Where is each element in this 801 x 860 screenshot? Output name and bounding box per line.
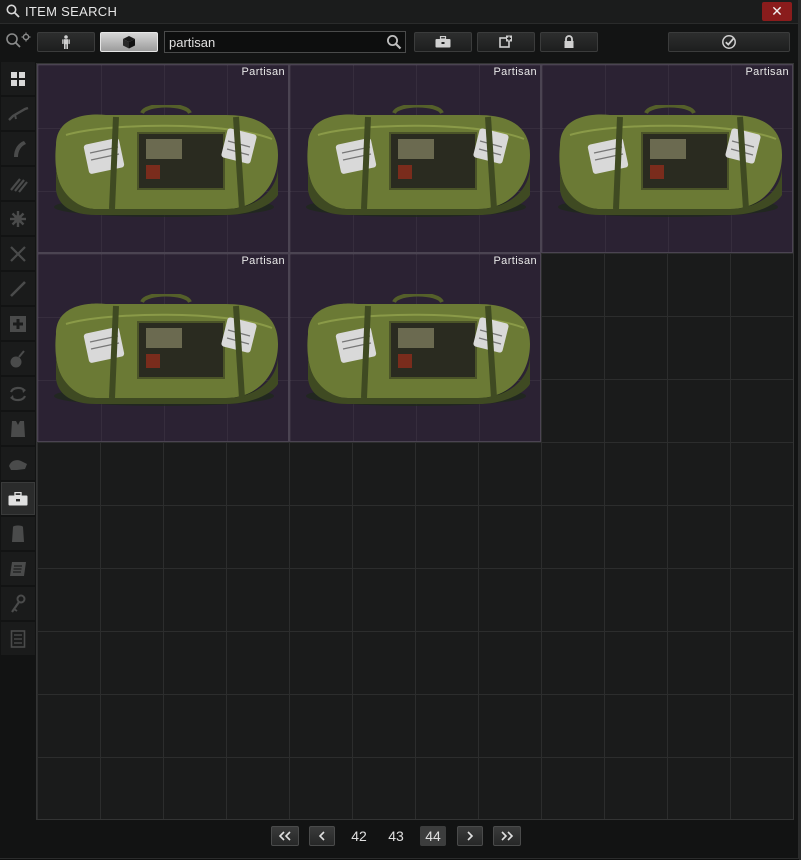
rifle-icon: [8, 106, 29, 121]
item-slot[interactable]: Partisan: [37, 253, 289, 442]
items-filter-button[interactable]: [100, 32, 158, 52]
pagination: 42 43 44: [0, 826, 798, 848]
prev-page-button[interactable]: [309, 826, 335, 846]
item-slot[interactable]: Partisan: [289, 253, 541, 442]
duffle-bag-icon: [54, 294, 278, 406]
armor-icon: [11, 420, 25, 437]
category-magazines[interactable]: [1, 132, 35, 165]
duffle-bag-icon: [558, 105, 782, 217]
container-icon: [8, 491, 28, 505]
character-icon: [62, 35, 70, 49]
barter-icon: [10, 210, 26, 227]
item-grid: Partisan Partisan Partisan Partisan Part…: [36, 63, 794, 820]
category-containers[interactable]: [1, 482, 35, 515]
page-number[interactable]: 42: [346, 826, 372, 846]
magazine-icon: [14, 140, 26, 157]
category-weapons[interactable]: [1, 97, 35, 130]
chevron-right-icon: [467, 831, 474, 841]
info-item-icon: [10, 561, 26, 576]
category-keys[interactable]: [1, 587, 35, 620]
item-name: Partisan: [241, 66, 285, 78]
category-ammo[interactable]: [1, 167, 35, 200]
last-page-button[interactable]: [493, 826, 521, 846]
search-input-box[interactable]: [164, 31, 406, 53]
filter-search-icon[interactable]: [5, 31, 33, 51]
first-page-button[interactable]: [271, 826, 299, 846]
confirm-button[interactable]: [668, 32, 790, 52]
item-slot[interactable]: Partisan: [541, 64, 793, 253]
ammo-icon: [10, 177, 28, 193]
category-medical[interactable]: [1, 307, 35, 340]
repair-icon: [9, 386, 27, 401]
item-name: Partisan: [493, 66, 537, 78]
category-documents[interactable]: [1, 622, 35, 655]
current-page-number[interactable]: 44: [420, 826, 446, 846]
close-button[interactable]: ✕: [762, 2, 792, 21]
search-icon[interactable]: [386, 34, 402, 50]
item-name: Partisan: [745, 66, 789, 78]
category-sidebar: [0, 62, 36, 662]
page-number[interactable]: 43: [383, 826, 409, 846]
document-icon: [10, 629, 26, 648]
briefcase-icon: [435, 36, 451, 48]
duffle-bag-icon: [306, 105, 530, 217]
lock-filter-button[interactable]: [540, 32, 598, 52]
item-name: Partisan: [493, 255, 537, 267]
lock-icon: [564, 35, 574, 48]
search-icon: [6, 4, 20, 18]
bag-icon: [12, 525, 24, 542]
key-icon: [11, 594, 26, 613]
item-name: Partisan: [241, 255, 285, 267]
category-repair[interactable]: [1, 377, 35, 410]
grid-icon: [11, 71, 25, 86]
containers-filter-button[interactable]: [414, 32, 472, 52]
gear-rig-icon: [9, 459, 27, 470]
window-title: ITEM SEARCH: [25, 4, 118, 19]
duffle-bag-icon: [54, 105, 278, 217]
category-melee[interactable]: [1, 237, 35, 270]
category-knives[interactable]: [1, 272, 35, 305]
category-all[interactable]: [1, 62, 35, 95]
category-grenades[interactable]: [1, 342, 35, 375]
category-barter[interactable]: [1, 202, 35, 235]
medical-icon: [10, 315, 26, 332]
chevron-left-icon: [318, 831, 325, 841]
box-icon: [123, 36, 135, 49]
category-gear[interactable]: [1, 447, 35, 480]
item-slot[interactable]: Partisan: [289, 64, 541, 253]
item-slot[interactable]: Partisan: [37, 64, 289, 253]
double-chevron-left-icon: [278, 831, 291, 841]
next-page-button[interactable]: [457, 826, 483, 846]
item-search-window: ITEM SEARCH ✕ partisan Partisan Partisan…: [0, 0, 799, 859]
category-armor[interactable]: [1, 412, 35, 445]
checkmark-icon: [722, 35, 736, 49]
duffle-bag-icon: [306, 294, 530, 406]
category-bags[interactable]: [1, 517, 35, 550]
double-chevron-right-icon: [501, 831, 514, 841]
category-info[interactable]: [1, 552, 35, 585]
knife-icon: [10, 280, 26, 297]
character-filter-button[interactable]: [37, 32, 95, 52]
grenade-icon: [10, 349, 25, 367]
puzzle-icon: [499, 35, 512, 48]
title-bar: ITEM SEARCH ✕: [0, 0, 798, 24]
melee-icon: [10, 245, 26, 262]
search-input[interactable]: [169, 33, 379, 51]
mods-filter-button[interactable]: [477, 32, 535, 52]
